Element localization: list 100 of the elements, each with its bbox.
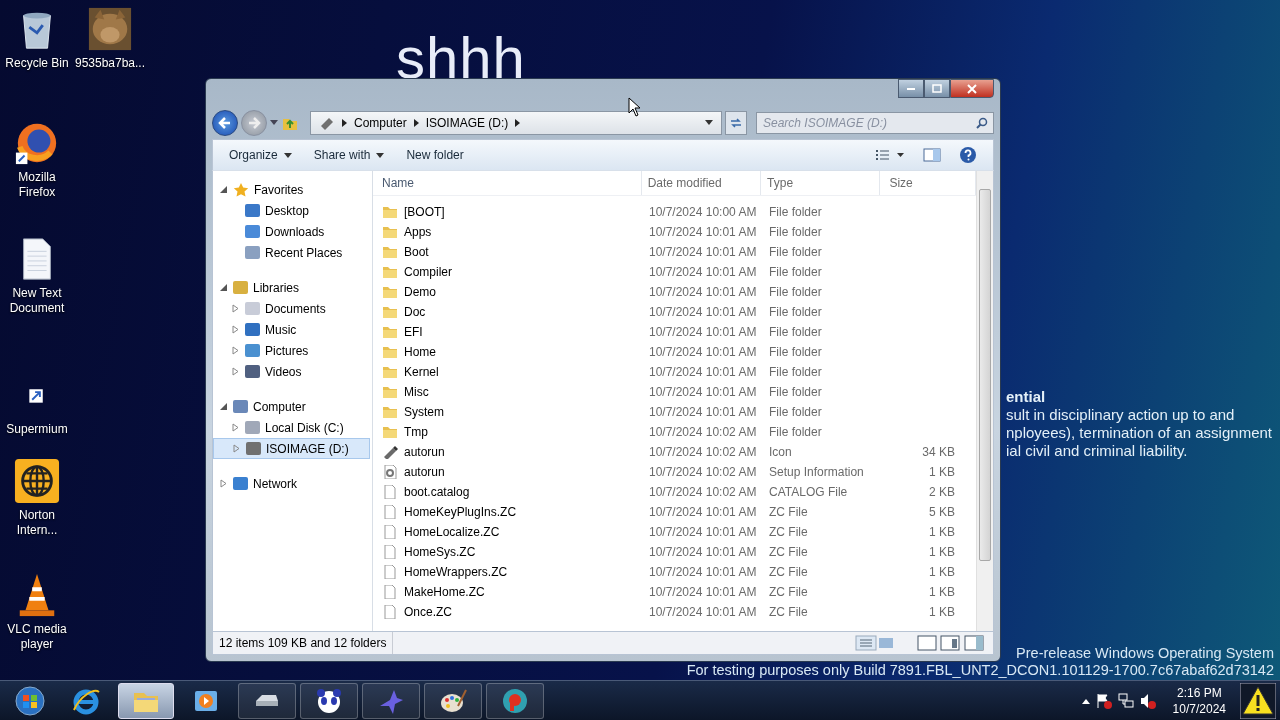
expand-arrow-icon[interactable] [231,423,240,432]
flag-icon[interactable] [1094,691,1113,710]
expand-arrow-icon[interactable] [231,304,240,313]
desktop-icon-label[interactable]: Recycle Bin [0,56,74,71]
type-cell-text: ZC File [768,565,809,579]
file-name-cell[interactable]: Apps [373,225,643,239]
warning-icon[interactable] [1240,682,1276,719]
file-name-cell[interactable]: Tmp [373,425,643,439]
chevron-icon[interactable] [413,119,419,127]
toolbar-button[interactable]: Share with [305,145,393,165]
refresh-button[interactable] [725,111,747,135]
taskbar-app-button[interactable] [118,682,174,719]
square-icon [245,421,260,434]
nav-item[interactable]: ISOIMAGE (D:) [213,438,370,459]
file-name-cell[interactable]: EFI [373,325,643,339]
search-field[interactable]: Search ISOIMAGE (D:) [756,112,994,134]
desktop-icon-label[interactable]: Norton Intern... [0,508,74,538]
file-name-cell[interactable]: HomeWrappers.ZC [373,565,643,579]
window-layout-icons[interactable] [917,635,987,651]
expand-arrow-icon[interactable] [231,325,240,334]
square-icon [233,477,248,490]
minimize-button[interactable] [898,79,924,98]
date-cell-text: 10/7/2024 10:01 AM [648,525,758,539]
back-button[interactable] [212,110,238,136]
toolbar-button[interactable]: Organize [221,145,300,165]
maximize-button[interactable] [924,79,950,98]
nav-item[interactable]: Recent Places [213,242,370,263]
nav-item[interactable]: Desktop [213,200,370,221]
size-cell-text: 1 KB [928,565,955,579]
nav-item[interactable]: Pictures [213,340,370,361]
start-orb-icon [15,685,45,716]
file-name-cell[interactable]: [BOOT] [373,205,643,219]
caret-icon[interactable] [705,120,713,126]
date-cell-text: 10/7/2024 10:01 AM [648,345,758,359]
minimize-icon [907,87,915,90]
nav-item[interactable]: Local Disk (C:) [213,417,370,438]
desktop-icon-label[interactable]: Mozilla Firefox [0,170,74,200]
file-name-cell[interactable]: HomeKeyPlugIns.ZC [373,505,643,519]
file-name-cell[interactable]: HomeSys.ZC [373,545,643,559]
desktop-icon-label[interactable]: 9535ba7ba... [73,56,147,71]
caret-icon[interactable] [270,120,278,126]
clock-date[interactable]: 10/7/2024 [1172,700,1226,717]
chevron-icon[interactable] [515,119,521,127]
globe-icon[interactable] [14,458,60,504]
file-name-cell[interactable]: Doc [373,305,643,319]
breadcrumb[interactable]: Computer [354,116,407,130]
file-name-cell[interactable]: Misc [373,385,643,399]
column-header[interactable]: Type [761,171,881,195]
type-cell-text: ZC File [768,605,809,619]
expand-arrow-icon[interactable] [219,402,228,411]
date-cell-text: 10/7/2024 10:01 AM [648,365,758,379]
close-button[interactable] [950,79,994,98]
file-name-cell[interactable]: System [373,405,643,419]
nav-item[interactable]: Downloads [213,221,370,242]
expand-arrow-icon[interactable] [219,479,228,488]
file-name-cell[interactable]: Kernel [373,365,643,379]
expand-arrow-icon[interactable] [219,283,228,292]
status-text: 12 items 109 KB and 12 folders [213,632,394,654]
nav-item[interactable]: Music [213,319,370,340]
nav-item[interactable]: Libraries [213,277,370,298]
desktop-icon-label[interactable]: VLC media player [0,622,74,652]
date-cell-text: 10/7/2024 10:01 AM [648,585,758,599]
file-name-cell[interactable]: Home [373,345,643,359]
desktop-icon-label[interactable]: Supermium [0,422,74,437]
file-icon [382,545,398,559]
file-name-cell[interactable]: autorun [373,445,643,459]
type-cell-text: ZC File [768,505,809,519]
square-icon [245,302,260,315]
toolbar-button[interactable]: New folder [398,145,472,165]
file-name-cell[interactable]: MakeHome.ZC [373,585,643,599]
file-name-cell[interactable]: HomeLocalize.ZC [373,525,643,539]
file-name-cell[interactable]: Once.ZC [373,605,643,619]
file-name-cell[interactable]: Compiler [373,265,643,279]
column-header[interactable]: Date modified [641,171,762,195]
chevron-icon[interactable] [342,119,347,127]
nav-item[interactable]: Favorites [213,179,370,200]
nav-item[interactable]: Network [213,473,370,494]
breadcrumb[interactable]: ISOIMAGE (D:) [425,116,509,130]
search-icon[interactable] [976,117,988,129]
expand-arrow-icon[interactable] [231,367,240,376]
address-bar[interactable]: Computer ISOIMAGE (D:) [310,111,722,135]
expand-arrow-icon[interactable] [219,185,228,194]
clock-time[interactable]: 2:16 PM [1172,684,1226,701]
file-name-cell[interactable]: Boot [373,245,643,259]
scrollbar[interactable] [976,171,993,631]
nav-item[interactable]: Videos [213,361,370,382]
nav-item[interactable]: Computer [213,396,370,417]
column-header[interactable]: Name [373,171,642,195]
folder-icon [382,305,398,319]
size-cell-text: 1 KB [928,605,955,619]
file-name-cell[interactable]: boot.catalog [373,485,643,499]
desktop-icon-label[interactable]: New Text Document [0,286,74,316]
nav-item[interactable]: Documents [213,298,370,319]
expand-arrow-icon[interactable] [231,346,240,355]
type-cell-text: File folder [768,205,823,219]
folder-icon [382,385,398,399]
file-name-cell[interactable]: Demo [373,285,643,299]
file-name-cell[interactable]: autorun [373,465,643,479]
date-cell-text: 10/7/2024 10:01 AM [648,385,758,399]
network-icon[interactable] [1116,691,1135,710]
